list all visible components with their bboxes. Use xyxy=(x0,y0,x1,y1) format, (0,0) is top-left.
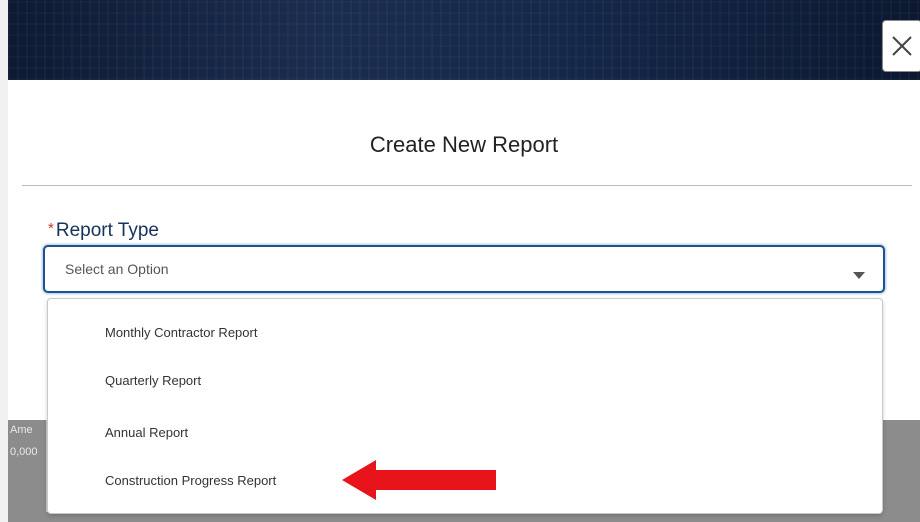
background-page-left: Ame 0,000 xyxy=(8,420,46,522)
close-icon xyxy=(891,35,913,57)
option-construction-progress-report[interactable]: Construction Progress Report xyxy=(105,473,276,488)
report-type-label-text: Report Type xyxy=(55,220,159,241)
required-marker: * xyxy=(48,220,54,237)
caret-down-icon xyxy=(853,267,865,285)
option-quarterly-report[interactable]: Quarterly Report xyxy=(105,373,201,388)
header-texture xyxy=(8,0,920,80)
background-text: Ame xyxy=(10,424,33,436)
modal-divider xyxy=(22,185,912,186)
option-monthly-contractor-report[interactable]: Monthly Contractor Report xyxy=(105,325,257,340)
modal-title: Create New Report xyxy=(369,132,559,157)
background-page-right xyxy=(880,420,920,522)
header-band xyxy=(8,0,920,80)
option-annual-report[interactable]: Annual Report xyxy=(105,425,188,440)
background-amount: 0,000 xyxy=(10,446,38,458)
red-arrow-icon xyxy=(340,458,500,507)
report-type-select[interactable]: Select an Option xyxy=(43,245,885,293)
report-type-placeholder: Select an Option xyxy=(65,261,169,277)
close-button[interactable] xyxy=(882,20,920,72)
report-type-label: * Report Type xyxy=(48,220,159,242)
left-edge xyxy=(0,0,8,522)
screen: Create New Report * Report Type Select an… xyxy=(0,0,920,522)
